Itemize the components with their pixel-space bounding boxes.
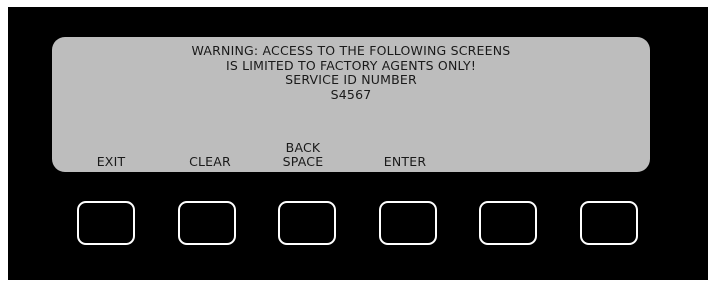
softkey-label-backspace-line1: BACK xyxy=(285,140,321,155)
warning-message: WARNING: ACCESS TO THE FOLLOWING SCREENS… xyxy=(52,43,650,102)
enter-softkey-button[interactable] xyxy=(379,201,437,245)
softkey-label-exit-line2: EXIT xyxy=(96,154,126,169)
softkey-label-clear-line1 xyxy=(165,141,255,155)
backspace-softkey-button[interactable] xyxy=(278,201,336,245)
message-line-2: IS LIMITED TO FACTORY AGENTS ONLY! xyxy=(225,57,477,73)
softkey-label-exit: EXIT xyxy=(66,141,156,169)
control-panel: WARNING: ACCESS TO THE FOLLOWING SCREENS… xyxy=(0,0,715,281)
softkey-label-enter-line1 xyxy=(360,141,450,155)
softkey-button-5[interactable] xyxy=(479,201,537,245)
clear-softkey-button[interactable] xyxy=(178,201,236,245)
softkey-label-clear: CLEAR xyxy=(165,141,255,169)
message-line-3: SERVICE ID NUMBER xyxy=(285,72,417,87)
softkey-label-backspace: BACK SPACE xyxy=(258,141,348,169)
exit-softkey-button[interactable] xyxy=(77,201,135,245)
lcd-display: WARNING: ACCESS TO THE FOLLOWING SCREENS… xyxy=(52,37,650,172)
softkey-label-clear-line2: CLEAR xyxy=(189,154,231,169)
softkey-label-enter-line2: ENTER xyxy=(383,154,427,169)
softkey-label-backspace-line2: SPACE xyxy=(282,154,324,169)
message-line-1: WARNING: ACCESS TO THE FOLLOWING SCREENS xyxy=(191,43,511,58)
softkey-label-enter: ENTER xyxy=(360,141,450,169)
softkey-label-exit-line1 xyxy=(66,141,156,155)
softkey-button-6[interactable] xyxy=(580,201,638,245)
service-id-value: S4567 xyxy=(330,86,372,102)
